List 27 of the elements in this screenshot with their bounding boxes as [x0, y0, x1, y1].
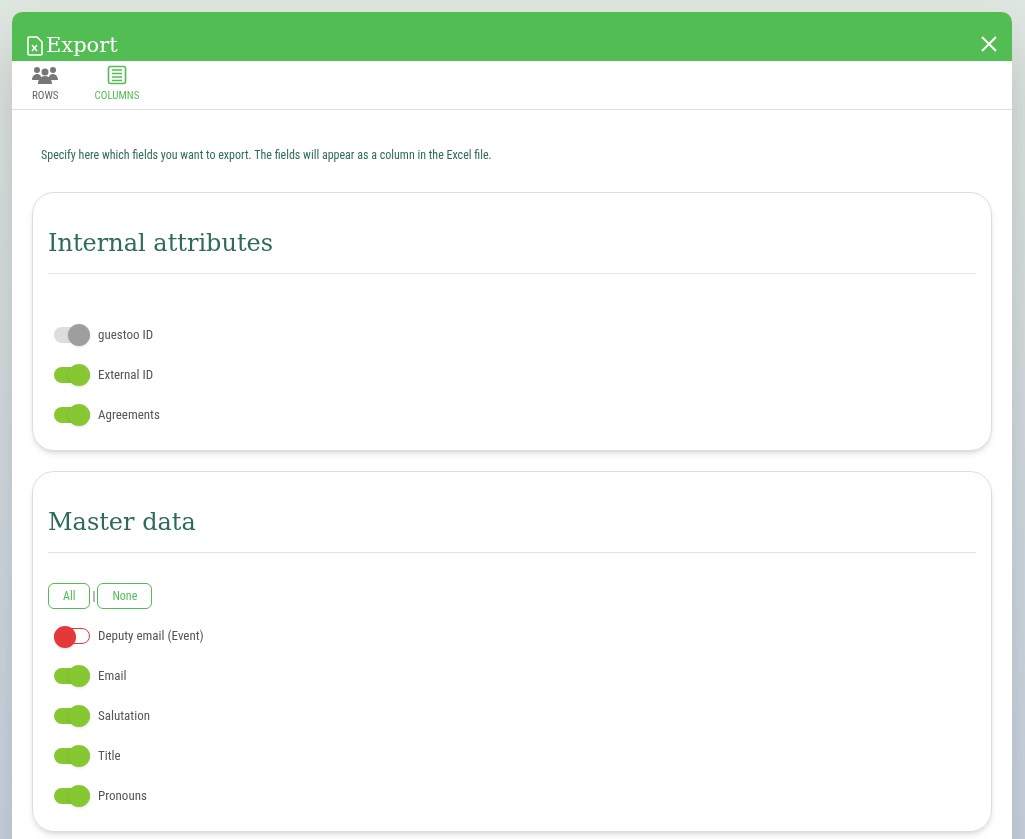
tab[interactable]: COLUMNS: [94, 64, 140, 104]
select-button[interactable]: All: [48, 583, 91, 609]
field-label: Agreements: [98, 406, 160, 425]
excel-file-icon: [27, 35, 43, 56]
toggle-switch[interactable]: [54, 367, 90, 383]
field-label: Salutation: [98, 707, 150, 726]
window-title: Export: [46, 35, 118, 56]
field-label: External ID: [98, 366, 154, 385]
table-icon: [106, 64, 127, 85]
select-button[interactable]: None: [97, 583, 153, 609]
intro-text: Specify here which fields you want to export. The fields will appear as a column in the Excel file.: [41, 147, 493, 164]
separator-text: |: [92, 588, 96, 605]
toggle-switch[interactable]: [54, 748, 90, 764]
field-label: Email: [98, 667, 127, 686]
toggle-switch[interactable]: [54, 708, 90, 724]
people-icon: [32, 64, 59, 85]
field-label: Deputy email (Event): [98, 627, 204, 646]
section-title: Internal attributes: [48, 231, 976, 274]
field-label: Title: [98, 747, 121, 766]
toggle-switch[interactable]: [54, 788, 90, 804]
tab[interactable]: ROWS: [32, 64, 59, 104]
field-label: Pronouns: [98, 787, 147, 806]
close-icon[interactable]: [981, 36, 997, 52]
section-title: Master data: [48, 510, 976, 553]
toggle-switch[interactable]: [54, 668, 90, 684]
toggle-switch[interactable]: [54, 407, 90, 423]
field-label: guestoo ID: [98, 326, 154, 345]
